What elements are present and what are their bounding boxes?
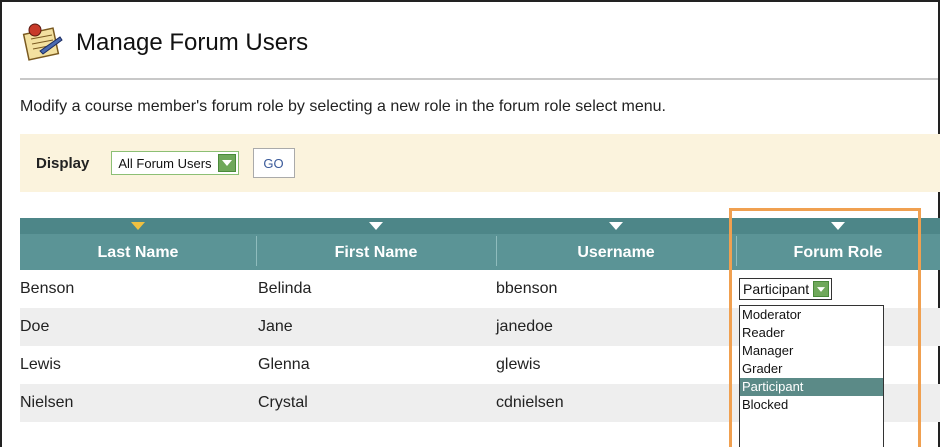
- instructions-text: Modify a course member's forum role by s…: [20, 98, 666, 115]
- table-header: Last Name First Name Username Forum Role: [20, 218, 940, 270]
- first-name-cell: Glenna: [258, 356, 310, 373]
- column-header-username[interactable]: Username: [496, 218, 736, 270]
- forum-role-select[interactable]: Participant: [739, 278, 833, 300]
- chevron-down-icon[interactable]: [813, 281, 830, 297]
- role-option-reader[interactable]: Reader: [740, 324, 883, 342]
- username-cell: janedoe: [496, 318, 553, 335]
- triangle-down-icon: [131, 222, 145, 230]
- page-header: Manage Forum Users: [20, 18, 308, 68]
- last-name-cell: Lewis: [20, 356, 61, 373]
- first-name-cell: Jane: [258, 318, 293, 335]
- last-name-cell: Nielsen: [20, 394, 74, 411]
- role-option-grader[interactable]: Grader: [740, 360, 883, 378]
- go-button[interactable]: GO: [252, 148, 295, 178]
- username-cell: glewis: [496, 356, 541, 373]
- triangle-down-icon: [609, 222, 623, 230]
- column-label: First Name: [334, 244, 418, 261]
- display-filter-bar: Display All Forum Users GO: [20, 134, 940, 192]
- last-name-cell: Benson: [20, 280, 75, 297]
- role-option-manager[interactable]: Manager: [740, 342, 883, 360]
- display-select[interactable]: All Forum Users: [111, 151, 239, 175]
- forum-users-icon: [22, 23, 63, 61]
- page-title: Manage Forum Users: [76, 29, 309, 56]
- column-label: Forum Role: [793, 244, 883, 261]
- role-option-blocked[interactable]: Blocked: [740, 396, 883, 414]
- display-select-value: All Forum Users: [118, 155, 212, 171]
- column-label: Username: [577, 244, 655, 261]
- username-cell: cdnielsen: [496, 394, 564, 411]
- chevron-down-icon[interactable]: [217, 154, 236, 172]
- table-row: Benson Belinda bbenson Participant: [20, 270, 940, 308]
- column-header-last-name[interactable]: Last Name: [20, 218, 256, 270]
- forum-role-dropdown-list: Moderator Reader Manager Grader Particip…: [739, 305, 884, 447]
- triangle-down-icon: [369, 222, 383, 230]
- forum-role-value: Participant: [743, 281, 810, 297]
- display-label: Display: [36, 154, 90, 172]
- title-divider: [20, 78, 938, 80]
- username-cell: bbenson: [496, 280, 558, 297]
- last-name-cell: Doe: [20, 318, 50, 335]
- first-name-cell: Belinda: [258, 280, 312, 297]
- role-option-participant[interactable]: Participant: [740, 378, 883, 396]
- column-header-first-name[interactable]: First Name: [256, 218, 496, 270]
- role-option-moderator[interactable]: Moderator: [740, 306, 883, 324]
- triangle-down-icon: [831, 222, 845, 230]
- column-header-forum-role[interactable]: Forum Role: [736, 218, 940, 270]
- column-label: Last Name: [97, 244, 179, 261]
- first-name-cell: Crystal: [258, 394, 308, 411]
- forum-role-cell: Participant: [736, 278, 940, 300]
